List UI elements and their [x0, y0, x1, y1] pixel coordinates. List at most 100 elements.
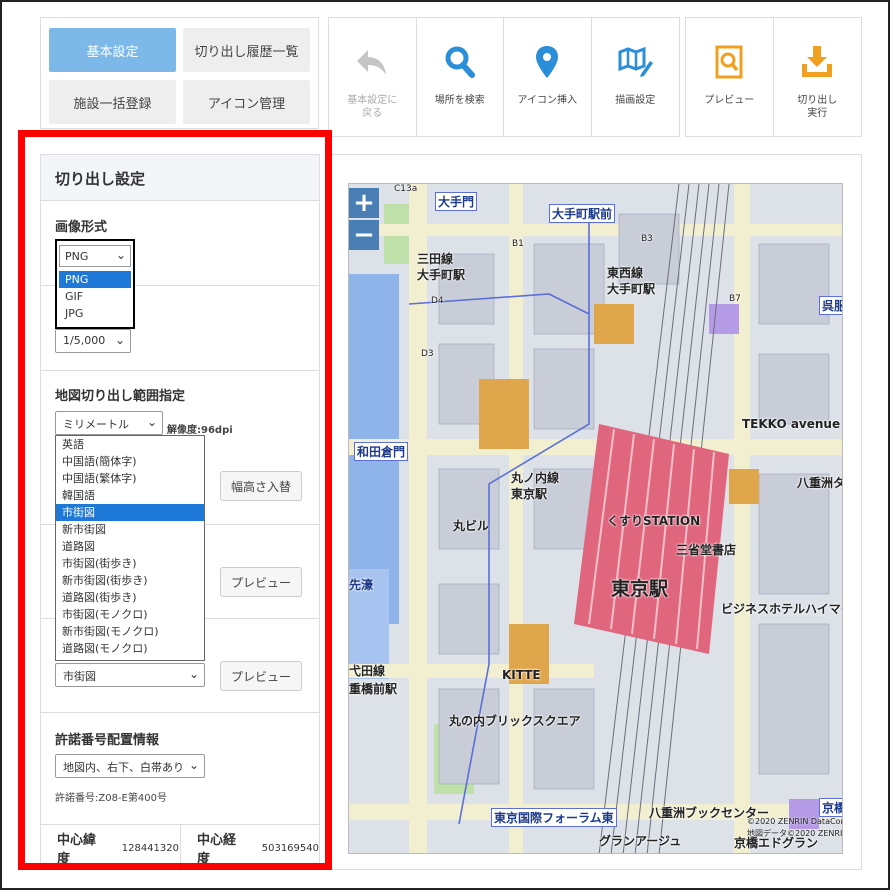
- preview-toolbar-label: プレビュー: [704, 95, 755, 106]
- chevron-down-icon: ⌄: [114, 333, 125, 347]
- center-longitude: 中心経度 503169540: [197, 825, 319, 871]
- map-label-granaje: グランアージュ: [599, 834, 682, 848]
- search-place-label: 場所を検索: [434, 95, 485, 106]
- map-label-yaesu: 八重洲ター: [797, 476, 842, 490]
- image-format-option[interactable]: PNG: [59, 271, 131, 288]
- map-label-b3: B3: [641, 234, 653, 244]
- map-type-select[interactable]: 市街図 ⌄: [55, 663, 205, 687]
- scale-select-value: 1/5,000: [63, 334, 106, 347]
- map-label-marunouchi-station: 東京駅: [511, 487, 548, 501]
- map-type-option[interactable]: 道路図(街歩き): [56, 589, 204, 606]
- map-label-kitte: KITTE: [502, 668, 541, 682]
- map-label-tozai-station: 大手町駅: [607, 282, 656, 296]
- center-longitude-label: 中心経度: [197, 833, 237, 867]
- chevron-down-icon: ⌄: [188, 667, 199, 681]
- map-label-mita-line: 三田線: [417, 252, 454, 266]
- map-label-mita-station: 大手町駅: [417, 268, 466, 282]
- icon-insert-button[interactable]: アイコン挿入: [504, 18, 592, 136]
- license-label: 許諾番号配置情報: [55, 733, 160, 748]
- map-label-brick-square: 丸の内ブリックスクエア: [449, 714, 581, 728]
- preview-toolbar-button[interactable]: プレビュー: [686, 18, 774, 136]
- map-label-b1: B1: [512, 239, 524, 249]
- license-number-text: 許諾番号:Z08-E第400号: [55, 793, 167, 804]
- map-label-business-hotel: ビジネスホテルハイマート: [721, 602, 842, 616]
- map-type-option[interactable]: 道路図: [56, 538, 204, 555]
- map-label-nijubashi: 重橋前駅: [349, 682, 398, 696]
- image-format-option[interactable]: GIF: [59, 288, 131, 305]
- center-longitude-value: 503169540: [261, 842, 319, 854]
- license-position-select[interactable]: 地図内、右下、白帯あり ⌄: [55, 754, 205, 778]
- image-format-option[interactable]: JPG: [59, 305, 131, 322]
- center-latitude-label: 中心緯度: [57, 833, 97, 867]
- facility-bulk-register-button[interactable]: 施設一括登録: [49, 80, 176, 124]
- execute-export-button[interactable]: 切り出し 実行: [774, 18, 862, 136]
- coord-divider: [180, 825, 181, 871]
- image-format-select[interactable]: PNG ⌄: [59, 245, 131, 267]
- panel-title: 切り出し設定: [41, 155, 319, 201]
- map-type-option[interactable]: 道路図(モノクロ): [56, 640, 204, 657]
- map-label-forum-east: 東京国際フォーラム東: [491, 808, 617, 827]
- zoom-out-button[interactable]: −: [349, 220, 379, 250]
- map-type-option[interactable]: 中国語(繁体字): [56, 470, 204, 487]
- map-label-sanseido: 三省堂書店: [676, 543, 737, 557]
- map-type-option[interactable]: 英語: [56, 436, 204, 453]
- map-label-gofuku: 呉服: [819, 296, 842, 315]
- map-type-option[interactable]: 市街図(モノクロ): [56, 606, 204, 623]
- image-format-label: 画像形式: [55, 220, 108, 235]
- map-label-d3: D3: [421, 349, 434, 359]
- license-position-value: 地図内、右下、白帯あり: [63, 761, 184, 774]
- zoom-in-button[interactable]: +: [349, 188, 379, 218]
- chevron-down-icon: ⌄: [115, 248, 126, 262]
- basic-settings-button[interactable]: 基本設定: [49, 28, 176, 72]
- resolution-text: 解像度:96dpi: [167, 425, 233, 436]
- map-label-marubiru: 丸ビル: [453, 519, 490, 533]
- icon-insert-label: アイコン挿入: [517, 95, 578, 106]
- search-place-button[interactable]: 場所を検索: [417, 18, 504, 136]
- map-type-option[interactable]: 新市街図: [56, 521, 204, 538]
- nav-menu: 基本設定 切り出し履歴一覧 施設一括登録 アイコン管理: [40, 17, 319, 129]
- map-type-option[interactable]: 韓国語: [56, 487, 204, 504]
- map-type-dropdown-list[interactable]: 英語 中国語(簡体字) 中国語(繁体字) 韓国語 市街図 新市街図 道路図 市街図(街歩き) 新…: [55, 435, 205, 661]
- map-label-tekko: TEKKO avenue: [742, 417, 841, 431]
- swap-width-height-button[interactable]: 幅高さ入替: [220, 471, 302, 501]
- map-type-option[interactable]: 新市街図(モノクロ): [56, 623, 204, 640]
- chevron-down-icon: ⌄: [146, 415, 157, 429]
- preview-document-icon: [715, 45, 743, 79]
- center-latitude: 中心緯度 128441320: [57, 825, 179, 871]
- map-type-options: 英語 中国語(簡体字) 中国語(繁体字) 韓国語 市街図 新市街図 道路図 市街図(街歩き) 新…: [56, 436, 204, 657]
- download-tray-icon: [802, 46, 833, 77]
- map-label-wadakuramon: 和田倉門: [354, 442, 409, 461]
- unit-select-value: ミリメートル: [63, 418, 129, 431]
- image-format-options: PNG GIF JPG: [59, 271, 131, 322]
- map-label-otemon: 大手門: [435, 192, 478, 211]
- image-format-select-value: PNG: [65, 250, 89, 263]
- preview-button-1[interactable]: プレビュー: [220, 567, 302, 597]
- map-type-option[interactable]: 中国語(簡体字): [56, 453, 204, 470]
- map-edit-icon: [618, 46, 654, 77]
- map-label-moat: 先濠: [349, 578, 374, 592]
- map-pin-icon: [536, 46, 559, 78]
- map-type-option[interactable]: 市街図(街歩き): [56, 555, 204, 572]
- export-history-button[interactable]: 切り出し履歴一覧: [183, 28, 310, 72]
- unit-select[interactable]: ミリメートル ⌄: [55, 411, 163, 435]
- search-icon: [445, 46, 475, 78]
- map-label-marunouchi-line: 丸ノ内線: [511, 471, 560, 485]
- map-label-c13a: C13a: [394, 184, 418, 194]
- image-format-dropdown[interactable]: PNG ⌄ PNG GIF JPG: [55, 239, 135, 329]
- toolbar-edit: 基本設定に 戻る 場所を検索 アイコン挿入 描画設定: [328, 17, 680, 137]
- draw-settings-button[interactable]: 描画設定: [592, 18, 680, 136]
- map-view[interactable]: + − C13a 大手門 大手町駅前 B1 B3 B7 D4 D3 三田線 大手…: [348, 183, 843, 854]
- map-label-b7: B7: [729, 294, 741, 304]
- icon-management-button[interactable]: アイコン管理: [183, 80, 310, 124]
- range-label: 地図切り出し範囲指定: [55, 389, 186, 404]
- chevron-down-icon: ⌄: [188, 758, 199, 772]
- export-settings-panel: 切り出し設定 画像形式 1/5,000 ⌄ 地図切り出し範囲指定 ミリメートル …: [40, 154, 320, 871]
- map-type-option[interactable]: 市街図: [56, 504, 204, 521]
- map-copyright-1: ©2020 ZENRIN DataCom: [747, 817, 843, 826]
- scale-select[interactable]: 1/5,000 ⌄: [55, 329, 131, 353]
- map-type-option[interactable]: 新市街図(街歩き): [56, 572, 204, 589]
- map-label-kyobashi: 京橋: [819, 798, 842, 817]
- preview-button-2[interactable]: プレビュー: [220, 661, 302, 691]
- back-to-basic-button[interactable]: 基本設定に 戻る: [329, 18, 417, 136]
- map-type-select-value: 市街図: [63, 670, 96, 683]
